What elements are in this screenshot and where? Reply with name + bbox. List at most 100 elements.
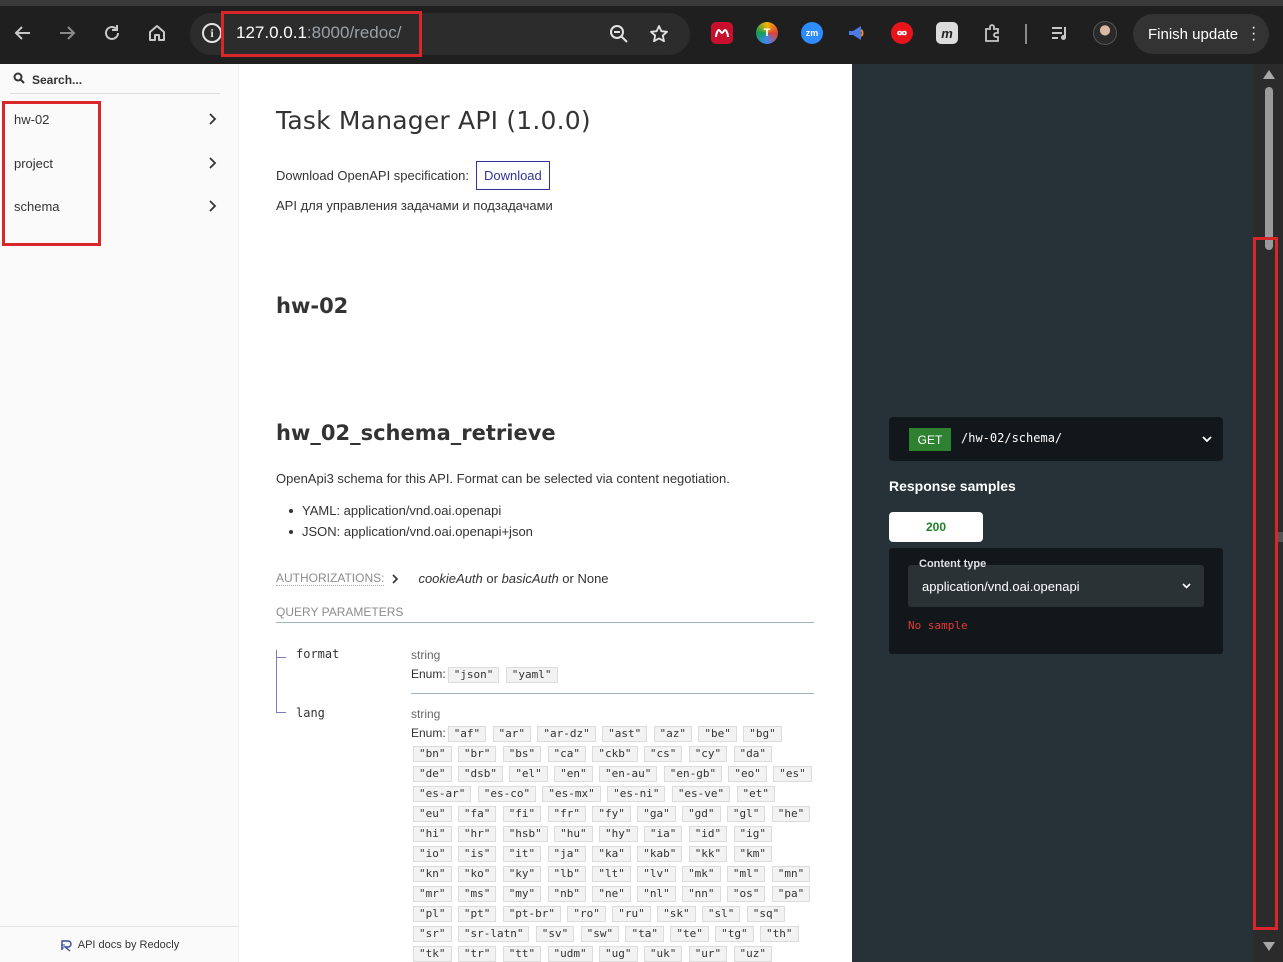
enum-chip: "hi" (413, 826, 452, 842)
download-row: Download OpenAPI specification: Download (276, 161, 550, 190)
chevron-right-icon (209, 113, 217, 125)
browser-toolbar: i 127.0.0.1:8000/redoc/ T zm m Finish up… (0, 0, 1283, 64)
site-info-icon[interactable]: i (202, 23, 222, 43)
enum-chip: "ko" (457, 866, 497, 882)
right-panel: GET /hw-02/schema/ Response samples 200 … (852, 64, 1253, 962)
enum-chip: "th" (760, 926, 799, 942)
download-button[interactable]: Download (475, 161, 550, 190)
content-type-value: application/vnd.oai.openapi (922, 579, 1080, 594)
divider (411, 693, 814, 694)
response-samples-title: Response samples (889, 478, 1016, 494)
param-tree-line (276, 650, 277, 712)
enum-chip: "es-ve" (671, 786, 731, 802)
enum-chip: "el" (509, 766, 548, 782)
infinity-icon[interactable] (891, 22, 913, 44)
home-button[interactable] (142, 18, 172, 48)
enum-chip: "ar-dz" (537, 726, 596, 742)
sidebar-highlight-annotation (2, 101, 101, 246)
media-queue-icon[interactable] (1049, 22, 1071, 44)
param-enum-format: Enum: "json" "yaml" (411, 664, 814, 684)
enum-chip: "hu" (554, 826, 593, 842)
enum-chip: "ig" (733, 826, 773, 842)
m-square-icon[interactable]: m (936, 22, 958, 44)
chevron-right-icon (209, 157, 217, 169)
chevron-down-icon (1182, 583, 1191, 589)
enum-chip: "ml" (726, 866, 766, 882)
enum-chip: "hsb" (502, 826, 548, 842)
reload-button[interactable] (97, 18, 127, 48)
enum-chip: "sr" (413, 926, 452, 942)
enum-chip: "sk" (657, 906, 696, 922)
param-name-lang: lang (296, 706, 325, 720)
colorful-circle-icon[interactable]: T (756, 22, 778, 44)
zoom-out-icon[interactable] (608, 23, 630, 45)
enum-chip: "hy" (599, 826, 638, 842)
content-type-select[interactable]: application/vnd.oai.openapi (908, 565, 1204, 607)
enum-chip: "uz" (733, 946, 773, 962)
profile-avatar[interactable] (1093, 21, 1117, 45)
forward-button[interactable] (52, 18, 82, 48)
scroll-down-arrow-icon[interactable] (1263, 942, 1275, 951)
enum-chip: "ro" (567, 906, 606, 922)
mendeley-icon[interactable] (711, 22, 733, 44)
enum-chip: "kk" (688, 846, 728, 862)
enum-chip: "ca" (547, 746, 587, 762)
status-tab-200[interactable]: 200 (889, 512, 983, 542)
endpoint-path: /hw-02/schema/ (961, 431, 1063, 445)
enum-chip: "bg" (743, 726, 782, 742)
authorizations-row[interactable]: AUTHORIZATIONS: cookieAuth or basicAuth … (276, 571, 609, 586)
enum-chip: "ta" (625, 926, 664, 942)
enum-chip: "et" (736, 786, 776, 802)
enum-chip: "sl" (701, 906, 741, 922)
forward-arrow-icon (60, 26, 76, 40)
enum-chip: "lt" (592, 866, 631, 882)
enum-chip: "pa" (771, 886, 811, 902)
enum-chip: "tr" (457, 946, 497, 962)
format-list: YAML: application/vnd.oai.openapi JSON: … (289, 504, 533, 546)
back-arrow-icon (14, 26, 30, 40)
enum-chip: "fr" (547, 806, 587, 822)
enum-chip: "he" (771, 806, 811, 822)
enum-chip: "es" (773, 766, 812, 782)
chevron-down-icon[interactable] (1201, 433, 1213, 445)
scrollbar-thumb[interactable] (1265, 87, 1273, 250)
enum-chip: "fy" (592, 806, 631, 822)
scrollbar-highlight-annotation (1253, 237, 1278, 930)
page-title: Task Manager API (1.0.0) (276, 106, 591, 135)
enum-chip: "mk" (682, 866, 721, 882)
endpoint-bar[interactable]: GET /hw-02/schema/ (889, 417, 1223, 461)
more-menu-icon[interactable]: · · · (1251, 20, 1256, 48)
enum-chip: "ast" (602, 726, 648, 742)
param-type: string (411, 648, 441, 662)
back-button[interactable] (8, 18, 38, 48)
puzzle-extensions-icon[interactable] (981, 22, 1003, 44)
scroll-up-arrow-icon[interactable] (1263, 70, 1275, 79)
enum-chip: "az" (653, 726, 693, 742)
enum-chip: "km" (733, 846, 773, 862)
redocly-footer-link[interactable]: API docs by Redocly (0, 926, 239, 962)
api-description: API для управления задачами и подзадачам… (276, 198, 553, 213)
zoom-icon[interactable]: zm (801, 22, 823, 44)
enum-chip: "bs" (502, 746, 542, 762)
enum-chip: "pt-br" (502, 906, 562, 922)
param-tree-tick (276, 657, 286, 658)
finish-update-button[interactable]: Finish update · · · (1133, 14, 1269, 54)
enum-chip: "os" (726, 886, 766, 902)
authorizations-values: cookieAuth or basicAuth or None (418, 571, 608, 586)
enum-chip: "pl" (413, 906, 452, 922)
enum-chip: "cs" (643, 746, 683, 762)
authorizations-label[interactable]: AUTHORIZATIONS: (276, 571, 385, 586)
enum-chip: "id" (688, 826, 728, 842)
enum-chip: "is" (457, 846, 497, 862)
operation-heading: hw_02_schema_retrieve (276, 421, 556, 445)
enum-chip: "br" (457, 746, 497, 762)
url-highlight-annotation (221, 11, 422, 57)
enum-chip: "nn" (682, 886, 721, 902)
search-input[interactable] (32, 70, 232, 90)
http-method-badge: GET (909, 428, 951, 451)
bookmark-star-icon[interactable] (648, 23, 670, 45)
chevron-right-icon (209, 200, 217, 212)
enum-chip: "mn" (771, 866, 811, 882)
megaphone-icon[interactable] (846, 22, 868, 44)
enum-chip: "pt" (457, 906, 497, 922)
